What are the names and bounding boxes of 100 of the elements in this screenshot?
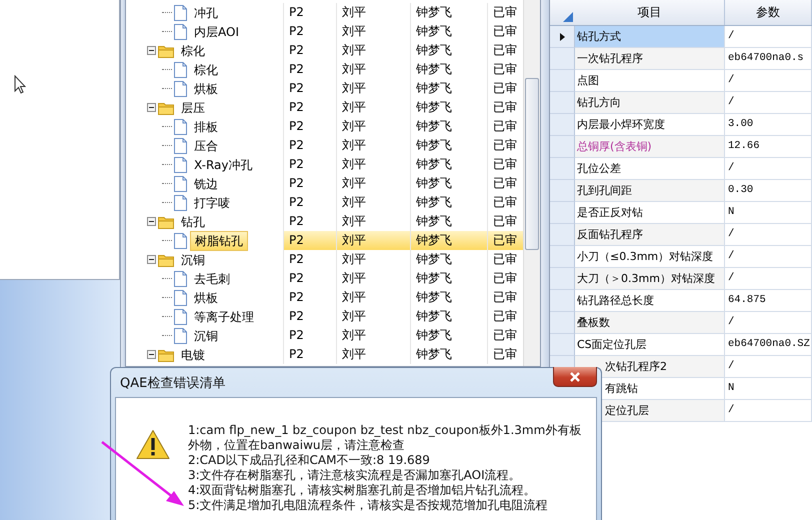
tree-node-label[interactable]: 烘板 — [190, 288, 222, 306]
tree-node-label[interactable]: 电镀 — [177, 346, 209, 364]
tree-node-label[interactable]: 打字唛 — [190, 194, 234, 212]
property-name[interactable]: 钻孔方式 — [575, 26, 725, 48]
property-name[interactable]: 一次钻孔程序 — [575, 48, 725, 70]
error-message: 5:文件满足增加孔电阻流程条件，请核实是否按规范增加孔电阻流程 — [188, 498, 549, 513]
property-name[interactable]: 次钻孔程序2 — [575, 356, 725, 378]
property-value[interactable]: N — [725, 378, 812, 400]
tree-node-label[interactable]: X-Ray冲孔 — [190, 156, 256, 174]
collapse-icon[interactable] — [146, 103, 156, 112]
collapse-icon[interactable] — [146, 217, 156, 226]
close-button[interactable] — [553, 367, 597, 387]
tree-node-label[interactable]: 铣边 — [190, 174, 222, 192]
column-header[interactable]: 参数 — [725, 0, 812, 25]
property-value[interactable]: / — [725, 158, 812, 180]
table-cell: 钟梦飞 — [410, 98, 487, 117]
property-name[interactable]: 反面钻孔程序 — [575, 224, 725, 246]
property-value[interactable]: / — [725, 268, 812, 290]
collapse-icon[interactable] — [146, 350, 156, 359]
property-value[interactable]: / — [725, 224, 812, 246]
property-name[interactable]: 是否正反对钻 — [575, 202, 725, 224]
property-value[interactable]: 12.66 — [725, 136, 812, 158]
property-value[interactable]: / — [725, 312, 812, 334]
tree-node-label[interactable]: 排板 — [190, 118, 222, 136]
property-value[interactable]: 64.875 — [725, 290, 812, 312]
property-name[interactable]: 钻孔路径总长度 — [575, 290, 725, 312]
table-cell: P2 — [283, 269, 336, 288]
property-value[interactable]: / — [725, 246, 812, 268]
table-cell: 刘平 — [336, 174, 410, 193]
file-icon — [174, 24, 187, 40]
file-icon — [174, 290, 187, 306]
property-value[interactable]: 0.30 — [725, 180, 812, 202]
property-name[interactable]: 点图 — [575, 70, 725, 92]
property-name[interactable]: 小刀（≤0.3mm）对钻深度 — [575, 246, 725, 268]
tree-node-label[interactable]: 压合 — [190, 136, 222, 154]
table-cell: 钟梦飞 — [410, 326, 487, 345]
property-name[interactable]: 钻孔方向 — [575, 92, 725, 114]
scrollbar-thumb[interactable] — [525, 78, 539, 250]
collapse-icon[interactable] — [146, 46, 156, 55]
tree-node-label[interactable]: 沉铜 — [190, 326, 222, 344]
property-name[interactable]: 内层最小焊环宽度 — [575, 114, 725, 136]
table-cell: 钟梦飞 — [410, 288, 487, 307]
folder-icon — [158, 214, 174, 228]
table-cell: 刘平 — [336, 60, 410, 79]
property-value[interactable]: / — [725, 92, 812, 114]
table-cell: P2 — [283, 250, 336, 269]
file-icon — [174, 176, 187, 192]
tree-node-label[interactable]: 内层AOI — [190, 22, 243, 40]
property-name[interactable]: 总铜厚(含表铜) — [575, 136, 725, 158]
table-cell: 钟梦飞 — [410, 3, 487, 22]
tree-node-label[interactable]: 层压 — [177, 98, 209, 116]
table-cell: P2 — [283, 231, 336, 250]
table-cell: P2 — [283, 345, 336, 364]
folder-icon — [158, 348, 174, 362]
tree-node-label[interactable]: 烘板 — [190, 80, 222, 98]
property-value[interactable]: eb64700na0.s — [725, 48, 812, 70]
table-cell: 钟梦飞 — [410, 345, 487, 364]
property-name[interactable]: 孔到孔间距 — [575, 180, 725, 202]
property-value[interactable]: / — [725, 26, 812, 48]
row-header[interactable] — [550, 26, 575, 48]
tree-node-label[interactable]: 钻孔 — [177, 212, 209, 230]
tree-node-label[interactable]: 树脂钻孔 — [190, 230, 248, 250]
property-name[interactable]: 孔位公差 — [575, 158, 725, 180]
property-name[interactable]: CS面定位孔层 — [575, 334, 725, 356]
property-value[interactable]: N — [725, 202, 812, 224]
mouse-cursor-icon — [14, 75, 26, 94]
table-cell: 刘平 — [336, 98, 410, 117]
property-name[interactable]: 叠板数 — [575, 312, 725, 334]
table-cell: 刘平 — [336, 193, 410, 212]
tree-node-label[interactable]: 棕化 — [177, 42, 209, 60]
table-cell: 钟梦飞 — [410, 60, 487, 79]
property-value[interactable]: eb64700na0.SZ — [725, 334, 812, 356]
table-cell: 刘平 — [336, 345, 410, 364]
property-name[interactable]: 大刀（＞0.3mm）对钻深度 — [575, 268, 725, 290]
property-value[interactable]: / — [725, 400, 812, 422]
table-cell: 刘平 — [336, 41, 410, 60]
table-cell: P2 — [283, 41, 336, 60]
file-icon — [174, 118, 187, 134]
tree-node-label[interactable]: 沉铜 — [177, 250, 209, 268]
folder-icon — [158, 252, 174, 266]
error-message: 4:双面背钻树脂塞孔，请核实树脂塞孔前是否增加铝片钻孔流程。 — [188, 483, 537, 498]
table-cell: 刘平 — [336, 307, 410, 326]
table-cell: 钟梦飞 — [410, 269, 487, 288]
table-cell: 已审 — [487, 231, 523, 250]
table-cell: 刘平 — [336, 136, 410, 155]
table-cell: 钟梦飞 — [410, 41, 487, 60]
tree-node-label[interactable]: 去毛刺 — [190, 270, 234, 288]
tree-node-label[interactable]: 冲孔 — [190, 4, 222, 22]
property-value[interactable]: / — [725, 70, 812, 92]
collapse-icon[interactable] — [146, 255, 156, 264]
table-cell: 刘平 — [336, 117, 410, 136]
column-header[interactable]: 项目 — [575, 0, 725, 25]
tree-node-label[interactable]: 等离子处理 — [190, 308, 258, 326]
property-value[interactable]: / — [725, 356, 812, 378]
table-cell: P2 — [283, 155, 336, 174]
property-value[interactable]: 3.00 — [725, 114, 812, 136]
table-cell: 钟梦飞 — [410, 307, 487, 326]
file-icon — [174, 4, 187, 20]
table-cell: P2 — [283, 60, 336, 79]
tree-node-label[interactable]: 棕化 — [190, 60, 222, 78]
